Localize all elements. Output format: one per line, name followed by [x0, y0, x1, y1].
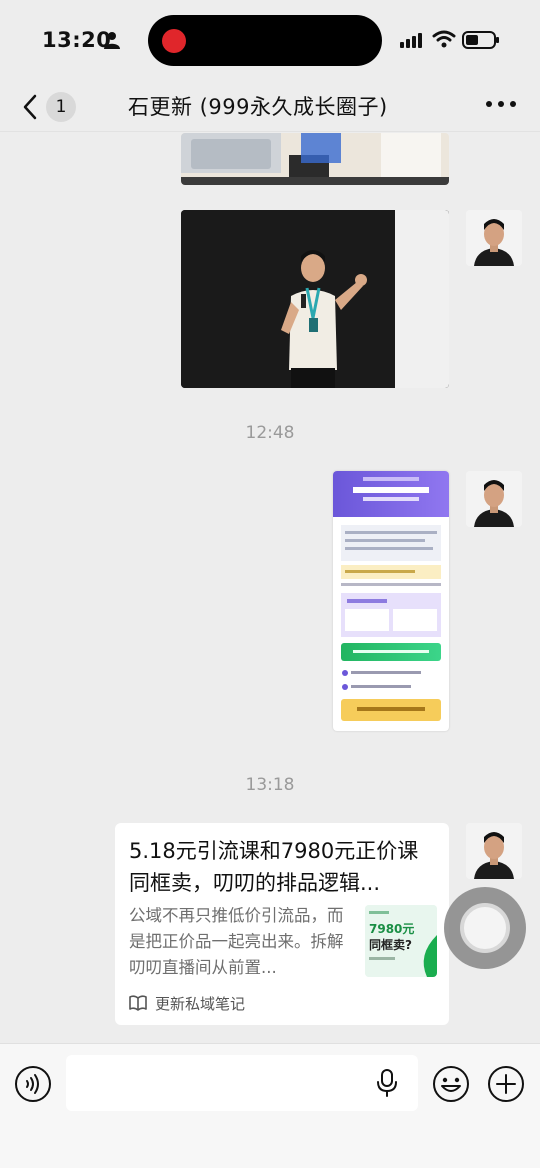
person-icon	[104, 32, 120, 49]
thumbnail-image: 7980元 同框卖?	[365, 905, 437, 977]
input-bar	[0, 1043, 540, 1168]
chat-header: 1 石更新 (999永久成长圈子)	[0, 80, 540, 132]
wifi-icon	[432, 30, 456, 48]
mic-icon[interactable]	[376, 1069, 398, 1097]
image-message[interactable]	[333, 471, 449, 731]
card-description: 公域不再只推低价引流品，而是把正价品一起亮出来。拆解叨叨直播间从前置...	[129, 906, 344, 977]
avatar[interactable]	[466, 471, 522, 527]
thumb-price: 7980元	[369, 922, 414, 936]
more-icon-dot	[498, 101, 504, 107]
dynamic-island	[148, 15, 382, 66]
link-card-message[interactable]: 5.18元引流课和7980元正价课同框卖，叨叨的排品逻辑... 公域不再只推低价…	[115, 823, 449, 1025]
emoji-icon[interactable]	[432, 1065, 470, 1103]
back-button[interactable]: 1	[18, 88, 82, 124]
message-input[interactable]	[66, 1055, 418, 1111]
plus-icon[interactable]	[487, 1065, 525, 1103]
timestamp: 13:18	[245, 775, 295, 795]
avatar-image	[466, 210, 522, 266]
avatar-image	[466, 471, 522, 527]
more-icon-dot	[510, 101, 516, 107]
chat-title: 石更新 (999永久成长圈子)	[128, 95, 388, 119]
image-content	[333, 471, 449, 721]
status-time: 13:20	[42, 28, 112, 52]
floating-assistive-button[interactable]	[444, 887, 526, 969]
avatar-image	[466, 823, 522, 879]
battery-icon	[462, 31, 499, 49]
image-message[interactable]	[181, 210, 449, 388]
avatar[interactable]	[466, 210, 522, 266]
status-bar: 13:20	[0, 0, 540, 80]
thumb-text: 同框卖?	[369, 937, 412, 952]
more-button[interactable]	[484, 98, 518, 110]
card-title: 5.18元引流课和7980元正价课同框卖，叨叨的排品逻辑...	[129, 839, 419, 895]
image-message[interactable]	[181, 133, 449, 185]
more-icon	[486, 101, 492, 107]
image-content	[181, 133, 449, 185]
card-thumbnail: 7980元 同框卖?	[365, 905, 437, 977]
unread-badge: 1	[46, 92, 76, 122]
image-content	[181, 210, 449, 388]
timestamp: 12:48	[245, 423, 295, 443]
recording-indicator	[162, 29, 186, 53]
back-chevron-icon	[23, 94, 37, 120]
book-icon	[129, 995, 147, 1011]
signal-icon	[400, 33, 422, 48]
voice-icon[interactable]	[14, 1065, 52, 1103]
avatar[interactable]	[466, 823, 522, 879]
source-label: 更新私域笔记	[155, 995, 246, 1013]
floating-button-core	[460, 903, 510, 953]
